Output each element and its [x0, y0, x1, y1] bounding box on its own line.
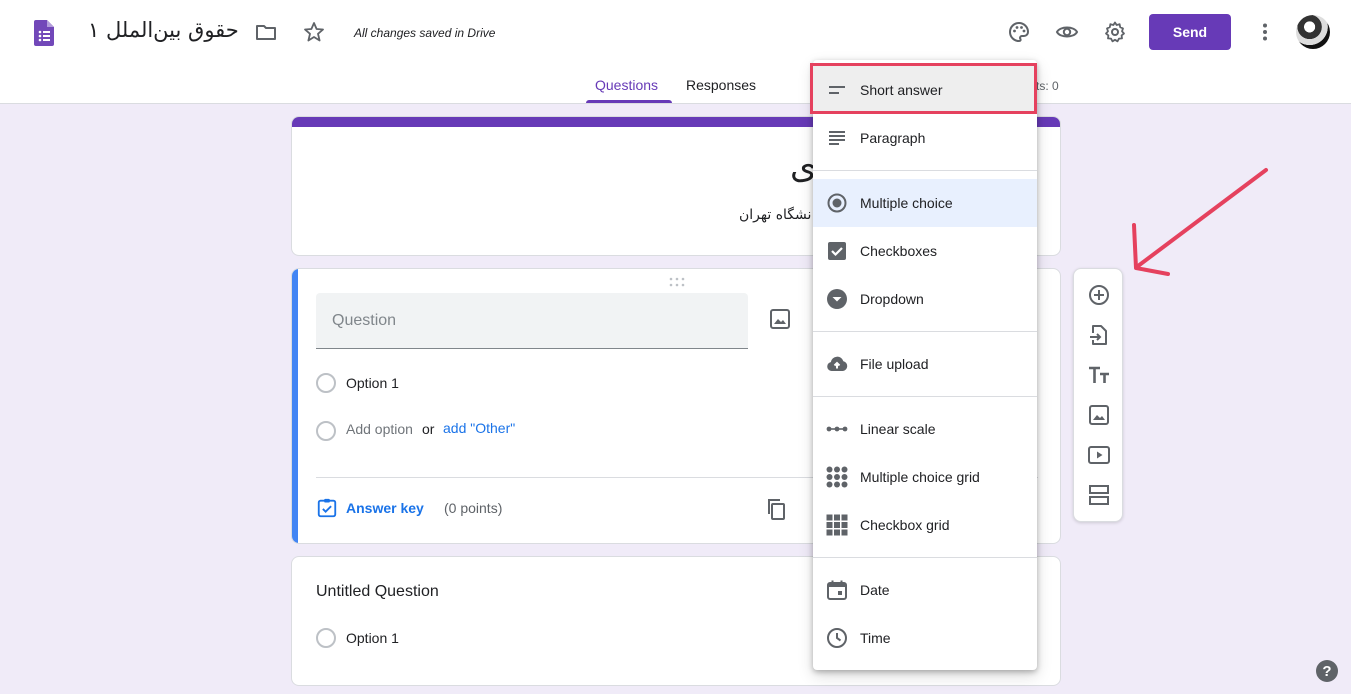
- menu-item-multiple-choice-grid[interactable]: Multiple choice grid: [813, 453, 1037, 501]
- import-questions-icon[interactable]: [1087, 323, 1111, 347]
- eye-icon[interactable]: [1055, 20, 1079, 44]
- add-section-icon[interactable]: [1087, 483, 1111, 507]
- menu-divider: [813, 331, 1037, 332]
- menu-divider: [813, 396, 1037, 397]
- menu-item-label: Checkboxes: [860, 243, 938, 259]
- palette-icon[interactable]: [1007, 20, 1031, 44]
- menu-item-time[interactable]: Time: [813, 614, 1037, 662]
- drag-handle-icon[interactable]: [668, 277, 686, 287]
- option-radio: [316, 373, 336, 393]
- menu-item-paragraph[interactable]: Paragraph: [813, 114, 1037, 162]
- forms-logo-icon[interactable]: [34, 20, 54, 46]
- add-option-radio: [316, 421, 336, 441]
- grid-dots-icon: [826, 466, 848, 488]
- menu-item-label: Paragraph: [860, 130, 926, 146]
- calendar-icon: [827, 580, 847, 600]
- tab-questions[interactable]: Questions: [595, 77, 658, 93]
- linear-scale-icon: [826, 426, 848, 432]
- menu-item-label: Multiple choice: [860, 195, 953, 211]
- grid-squares-icon: [826, 514, 848, 536]
- add-image-icon[interactable]: [1087, 403, 1111, 427]
- add-option-button[interactable]: Add option: [346, 421, 413, 437]
- question-title[interactable]: Untitled Question: [316, 583, 439, 601]
- add-title-icon[interactable]: [1087, 363, 1111, 387]
- menu-item-label: Checkbox grid: [860, 517, 950, 533]
- dropdown-icon: [827, 289, 847, 309]
- menu-item-label: Date: [860, 582, 890, 598]
- answer-key-label: Answer key: [346, 500, 424, 516]
- active-indicator: [292, 269, 298, 543]
- answer-key-button[interactable]: Answer key: [316, 497, 424, 519]
- menu-divider: [813, 557, 1037, 558]
- option-radio: [316, 628, 336, 648]
- image-icon[interactable]: [768, 307, 792, 331]
- checkbox-icon: [828, 242, 846, 260]
- annotation-arrow-icon: [1132, 168, 1268, 276]
- menu-item-checkbox-grid[interactable]: Checkbox grid: [813, 501, 1037, 549]
- form-description[interactable]: نشگاه تهران: [739, 207, 811, 223]
- add-video-icon[interactable]: [1087, 443, 1111, 467]
- radio-button-icon: [827, 193, 847, 213]
- paragraph-icon: [829, 131, 845, 145]
- document-title[interactable]: حقوق بین‌الملل ۱: [88, 18, 239, 42]
- send-button[interactable]: Send: [1149, 14, 1231, 50]
- option-1-label[interactable]: Option 1: [346, 375, 399, 391]
- answer-key-icon: [317, 498, 337, 518]
- question-input[interactable]: [316, 293, 748, 349]
- or-label: or: [422, 421, 435, 437]
- app-header: حقوق بین‌الملل ۱ All changes saved in Dr…: [0, 0, 1351, 104]
- gear-icon[interactable]: [1103, 20, 1127, 44]
- points-label: (0 points): [444, 500, 503, 516]
- more-vert-icon[interactable]: [1253, 20, 1277, 44]
- add-question-icon[interactable]: [1087, 283, 1111, 307]
- floating-toolbar: [1073, 268, 1123, 522]
- star-icon[interactable]: [302, 20, 326, 44]
- menu-item-label: Multiple choice grid: [860, 469, 980, 485]
- menu-item-linear-scale[interactable]: Linear scale: [813, 405, 1037, 453]
- clock-icon: [827, 628, 847, 648]
- copy-icon[interactable]: [764, 497, 788, 521]
- save-status: All changes saved in Drive: [354, 26, 496, 40]
- question-type-menu: Short answer Paragraph Multiple choice C…: [813, 60, 1037, 670]
- menu-item-label: Time: [860, 630, 891, 646]
- menu-divider: [813, 170, 1037, 171]
- total-points: ts: 0: [1036, 79, 1059, 93]
- menu-item-checkboxes[interactable]: Checkboxes: [813, 227, 1037, 275]
- menu-item-label: Dropdown: [860, 291, 924, 307]
- option-1-label[interactable]: Option 1: [346, 630, 399, 646]
- menu-item-label: File upload: [860, 356, 929, 372]
- folder-icon[interactable]: [254, 20, 278, 44]
- menu-item-label: Linear scale: [860, 421, 936, 437]
- add-other-button[interactable]: add "Other": [443, 420, 515, 436]
- tab-responses[interactable]: Responses: [686, 77, 756, 93]
- help-icon[interactable]: ?: [1316, 660, 1338, 682]
- menu-item-date[interactable]: Date: [813, 566, 1037, 614]
- cloud-upload-icon: [827, 356, 848, 371]
- tab-active-indicator: [586, 100, 672, 103]
- menu-item-dropdown[interactable]: Dropdown: [813, 275, 1037, 323]
- menu-item-file-upload[interactable]: File upload: [813, 340, 1037, 388]
- menu-item-multiple-choice[interactable]: Multiple choice: [813, 179, 1037, 227]
- avatar[interactable]: [1296, 15, 1330, 49]
- annotation-highlight-box: [810, 63, 1037, 114]
